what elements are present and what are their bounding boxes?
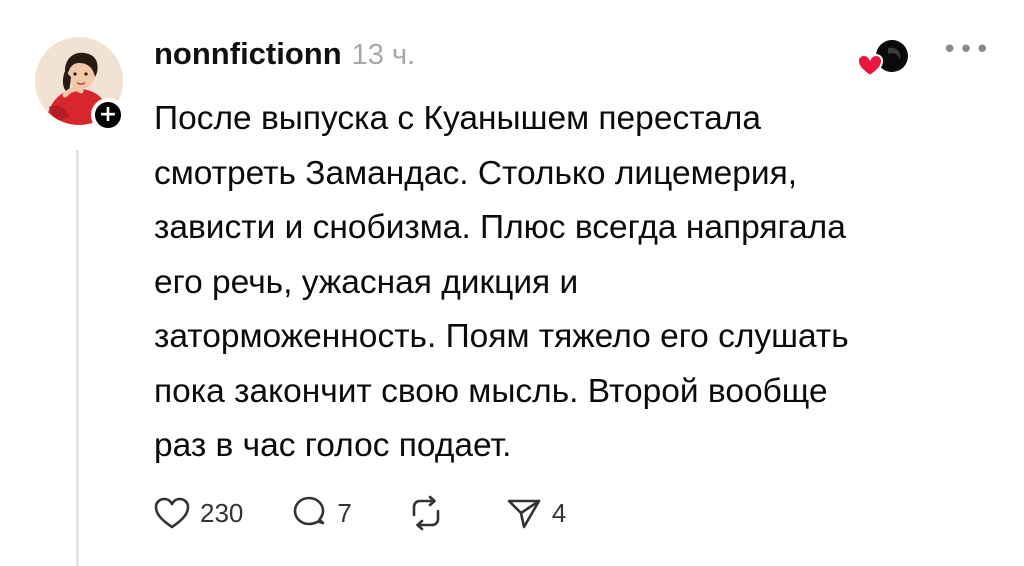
repost-button[interactable]: [404, 493, 448, 533]
reply-button[interactable]: 7: [289, 493, 352, 533]
like-button[interactable]: 230: [152, 493, 243, 533]
reply-count: 7: [337, 497, 352, 528]
paper-plane-icon: [507, 499, 541, 529]
liked-by-author-icon: [856, 40, 908, 78]
speech-bubble-icon: [294, 496, 325, 526]
share-count: 4: [551, 497, 567, 528]
post-actions: 230 7 4: [152, 490, 566, 536]
follow-plus-button[interactable]: +: [91, 98, 125, 132]
threads-post: + nonnfictionn 13 ч. ••• После выпуска с …: [0, 0, 1024, 566]
ellipsis-icon[interactable]: •••: [942, 37, 990, 63]
post-text: После выпуска с Куанышем перестала смотр…: [154, 100, 849, 464]
author-avatar-container[interactable]: +: [35, 37, 125, 132]
username-link[interactable]: nonnfictionn: [154, 36, 342, 71]
share-button[interactable]: 4: [504, 493, 566, 533]
thread-line: [76, 150, 79, 566]
post-timestamp: 13 ч.: [351, 39, 416, 71]
repost-arrows-icon: [412, 495, 440, 531]
heart-outline-icon: [154, 497, 190, 529]
like-count: 230: [200, 497, 244, 528]
heart-with-avatar-icon[interactable]: [852, 38, 916, 82]
post-header: nonnfictionn 13 ч.: [154, 36, 415, 76]
